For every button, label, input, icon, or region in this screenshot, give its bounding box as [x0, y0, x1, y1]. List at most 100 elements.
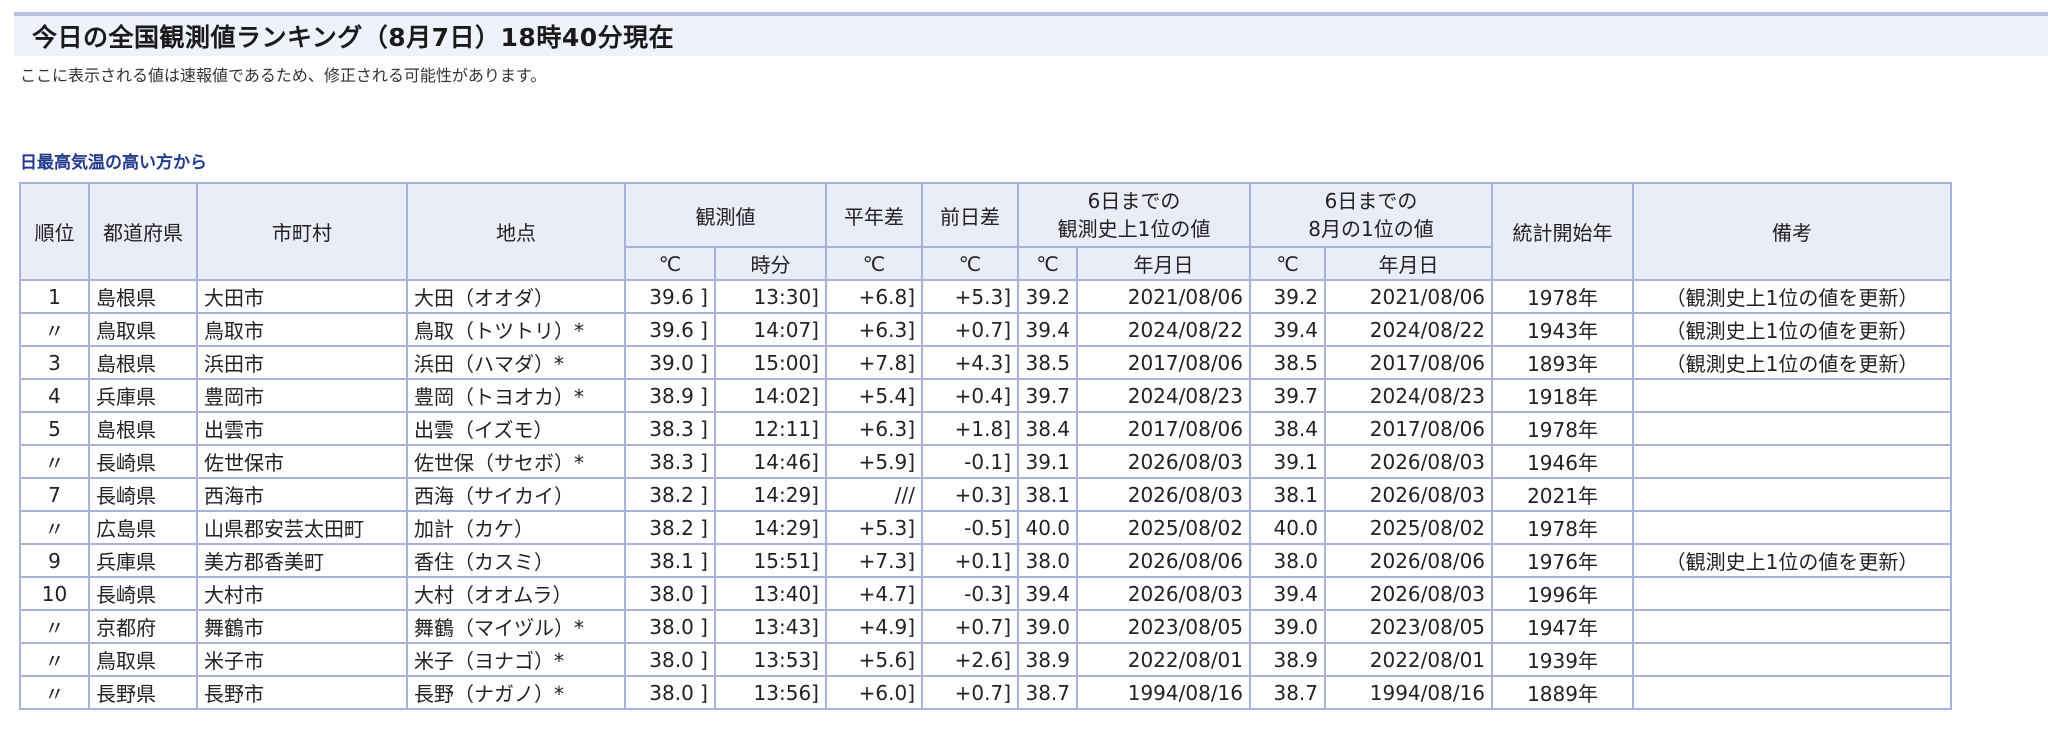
note-cell: （観測史上1位の値を更新） [1632, 312, 1953, 347]
note-cell [1632, 510, 1953, 545]
subheader-observed-time: 時分 [714, 246, 827, 281]
prev-diff-cell: -0.5] [921, 510, 1019, 545]
table-row: 〃広島県 山県郡安芸太田町 加計（カケ） 38.2 ] 14:29] +5.3] -0.5]… [19, 510, 1953, 545]
site-cell: 加計（カケ） [406, 510, 626, 545]
historical-value-cell: 39.0 [1017, 609, 1078, 644]
observed-value-cell: 38.3 ] [624, 411, 716, 446]
prev-diff-cell: -0.3] [921, 576, 1019, 611]
city-cell: 山県郡安芸太田町 [196, 510, 408, 545]
observed-time-cell: 14:02] [714, 378, 827, 413]
site-cell: 佐世保（サセボ）* [406, 444, 626, 479]
historical-date-cell: 2026/08/03 [1075, 477, 1252, 512]
table-row: 〃長野県 長野市 長野（ナガノ）* 38.0 ] 13:56] +6.0] +0.7] 38.… [19, 675, 1953, 710]
city-cell: 西海市 [196, 477, 408, 512]
august-value-cell: 38.9 [1249, 642, 1327, 677]
august-date-cell: 1994/08/16 [1324, 675, 1494, 710]
historical-date-cell: 2023/08/05 [1075, 609, 1252, 644]
header-prefecture: 都道府県 [88, 182, 198, 281]
prev-diff-cell: +1.8] [921, 411, 1019, 446]
prev-diff-cell: +0.7] [921, 609, 1019, 644]
august-value-cell: 39.1 [1249, 444, 1327, 479]
prefecture-cell: 島根県 [88, 345, 198, 380]
note-cell [1632, 642, 1953, 677]
rank-cell: 9 [19, 543, 90, 578]
site-cell: 浜田（ハマダ）* [406, 345, 626, 380]
prefecture-cell: 長崎県 [88, 576, 198, 611]
normal-diff-cell: +5.3] [825, 510, 923, 545]
historical-date-cell: 2026/08/03 [1075, 444, 1252, 479]
table-row: 4 兵庫県 豊岡市 豊岡（トヨオカ）* 38.9 ] 14:02] +5.4] +0.4] 39… [19, 378, 1953, 413]
normal-diff-cell: +7.3] [825, 543, 923, 578]
historical-value-cell: 39.4 [1017, 312, 1078, 347]
section-title: 日最高気温の高い方から [20, 153, 207, 173]
header-city: 市町村 [196, 182, 408, 281]
observed-value-cell: 38.2 ] [624, 477, 716, 512]
rank-cell: 〃 [19, 642, 90, 677]
prev-diff-cell: +5.3] [921, 279, 1019, 314]
observed-value-cell: 38.9 ] [624, 378, 716, 413]
prefecture-cell: 京都府 [88, 609, 198, 644]
august-date-cell: 2025/08/02 [1324, 510, 1494, 545]
prefecture-cell: 長野県 [88, 675, 198, 710]
prefecture-cell: 島根県 [88, 279, 198, 314]
table-row: 3 島根県 浜田市 浜田（ハマダ）* 39.0 ] 15:00] +7.8] +4.3] 38.… [19, 345, 1953, 380]
prefecture-cell: 島根県 [88, 411, 198, 446]
august-date-cell: 2026/08/03 [1324, 444, 1494, 479]
site-cell: 香住（カスミ） [406, 543, 626, 578]
table-row: 9 兵庫県 美方郡香美町 香住（カスミ） 38.1 ] 15:51] +7.3] +0.1] 3… [19, 543, 1953, 578]
note-cell [1632, 576, 1953, 611]
header-august-record-line1: 6日までの [1324, 189, 1418, 213]
city-cell: 鳥取市 [196, 312, 408, 347]
table-row: 〃鳥取県 米子市 米子（ヨナゴ）* 38.0 ] 13:53] +5.6] +2.6] 38.… [19, 642, 1953, 677]
start-year-cell: 1978年 [1491, 411, 1635, 446]
observed-time-cell: 14:29] [714, 477, 827, 512]
prev-diff-cell: +0.3] [921, 477, 1019, 512]
start-year-cell: 1978年 [1491, 510, 1635, 545]
historical-value-cell: 38.7 [1017, 675, 1078, 710]
historical-value-cell: 38.1 [1017, 477, 1078, 512]
historical-value-cell: 39.2 [1017, 279, 1078, 314]
historical-date-cell: 2022/08/01 [1075, 642, 1252, 677]
normal-diff-cell: +7.8] [825, 345, 923, 380]
observed-value-cell: 38.2 ] [624, 510, 716, 545]
rank-cell: 7 [19, 477, 90, 512]
rank-cell: 〃 [19, 675, 90, 710]
historical-value-cell: 38.5 [1017, 345, 1078, 380]
header-august-record: 6日までの 8月の1位の値 [1249, 182, 1494, 248]
observed-value-cell: 38.1 ] [624, 543, 716, 578]
table-row: 7 長崎県 西海市 西海（サイカイ） 38.2 ] 14:29]///+0.3] 38.1 2… [19, 477, 1953, 512]
city-cell: 大村市 [196, 576, 408, 611]
note-cell [1632, 477, 1953, 512]
header-start-year: 統計開始年 [1491, 182, 1635, 281]
historical-date-cell: 2024/08/22 [1075, 312, 1252, 347]
ranking-table-body: 1 島根県 大田市 大田（オオダ） 39.6 ] 13:30] +6.8] +5.3] 39.2… [19, 279, 1953, 710]
start-year-cell: 1889年 [1491, 675, 1635, 710]
city-cell: 豊岡市 [196, 378, 408, 413]
observed-time-cell: 15:51] [714, 543, 827, 578]
rank-cell: 3 [19, 345, 90, 380]
site-cell: 西海（サイカイ） [406, 477, 626, 512]
prev-diff-cell: +0.7] [921, 675, 1019, 710]
start-year-cell: 1893年 [1491, 345, 1635, 380]
historical-date-cell: 2026/08/06 [1075, 543, 1252, 578]
note-cell [1632, 411, 1953, 446]
rank-cell: 4 [19, 378, 90, 413]
site-cell: 出雲（イズモ） [406, 411, 626, 446]
observed-value-cell: 39.0 ] [624, 345, 716, 380]
august-value-cell: 39.2 [1249, 279, 1327, 314]
prev-diff-cell: +0.7] [921, 312, 1019, 347]
rank-cell: 〃 [19, 609, 90, 644]
start-year-cell: 2021年 [1491, 477, 1635, 512]
prev-diff-cell: +2.6] [921, 642, 1019, 677]
city-cell: 米子市 [196, 642, 408, 677]
observed-value-cell: 38.0 ] [624, 609, 716, 644]
august-value-cell: 38.1 [1249, 477, 1327, 512]
prev-diff-cell: -0.1] [921, 444, 1019, 479]
rank-cell: 〃 [19, 510, 90, 545]
historical-value-cell: 38.0 [1017, 543, 1078, 578]
header-prev-diff: 前日差 [921, 182, 1019, 248]
august-value-cell: 38.5 [1249, 345, 1327, 380]
august-value-cell: 39.4 [1249, 312, 1327, 347]
rank-cell: 1 [19, 279, 90, 314]
normal-diff-cell: +5.6] [825, 642, 923, 677]
